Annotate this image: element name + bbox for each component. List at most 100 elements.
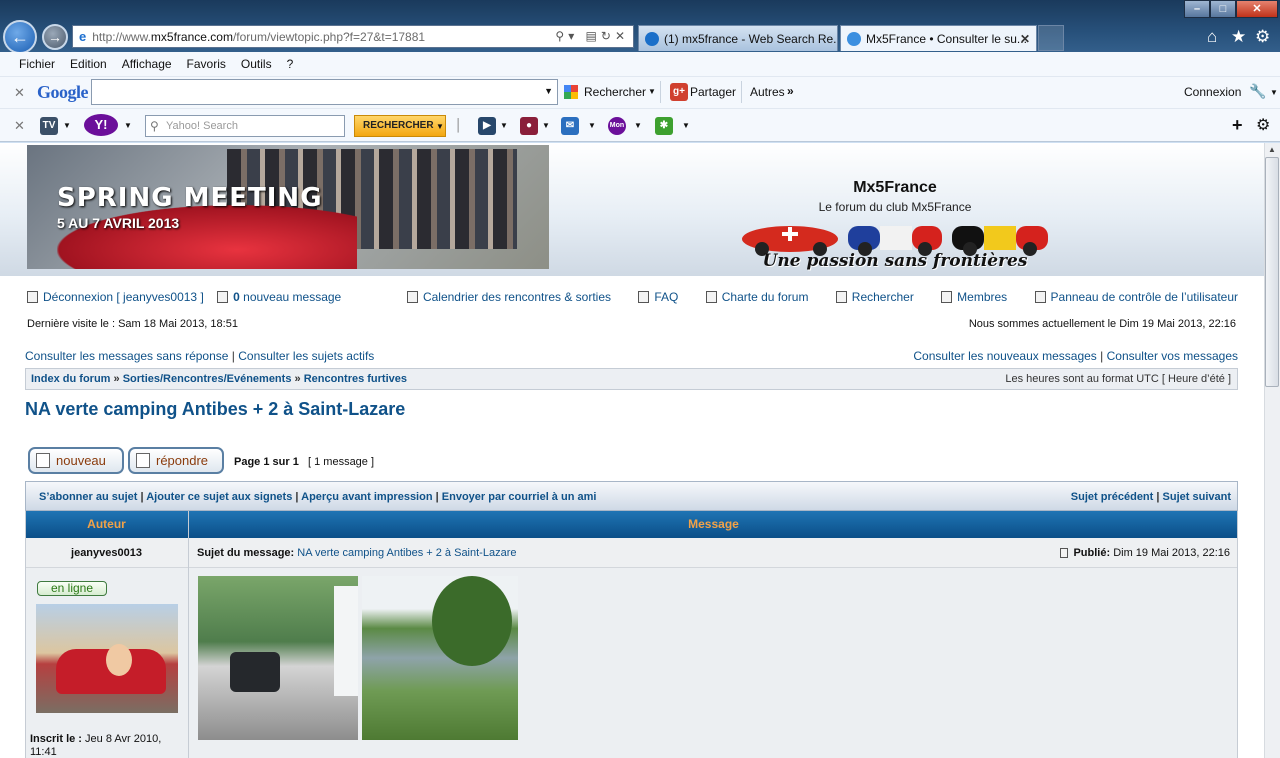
mon-yahoo-icon[interactable]: Mon [608, 117, 626, 135]
next-topic-link[interactable]: Sujet suivant [1163, 491, 1231, 503]
toolbar-separator [660, 81, 661, 103]
download-icon[interactable]: ▶ [478, 117, 496, 135]
post-photo-camping-road[interactable] [198, 576, 358, 740]
new-messages-link[interactable]: 0 nouveau message [233, 290, 341, 304]
google-search-input[interactable]: ▼ [91, 79, 558, 105]
yahoo-search-button[interactable]: RECHERCHER [354, 115, 446, 137]
chevron-down-icon[interactable]: ▼ [124, 121, 132, 130]
post-subject-link[interactable]: NA verte camping Antibes + 2 à Saint-Laz… [297, 547, 516, 559]
breadcrumb-sorties[interactable]: Sorties/Rencontres/Evénements [123, 373, 292, 385]
tv-icon[interactable]: TV [40, 117, 58, 135]
charter-link[interactable]: Charte du forum [722, 290, 809, 304]
wrench-icon[interactable]: 🔧 [1249, 83, 1266, 100]
breadcrumb-rencontres[interactable]: Rencontres furtives [304, 373, 407, 385]
new-posts-link[interactable]: Consulter les nouveaux messages [913, 349, 1096, 363]
chevron-down-icon[interactable]: ▼ [682, 121, 690, 130]
address-bar[interactable]: e http://www. mx5france.com/forum/viewtop… [72, 25, 634, 48]
menu-outils[interactable]: Outils [241, 57, 272, 71]
members-link[interactable]: Membres [957, 290, 1007, 304]
favorites-star-icon[interactable]: ★ [1231, 27, 1246, 47]
print-preview-link[interactable]: Aperçu avant impression [301, 491, 432, 503]
new-message-label: nouveau message [239, 290, 342, 304]
settings-gear-icon[interactable]: ⚙ [1255, 27, 1270, 47]
chevron-down-icon[interactable]: ▼ [544, 86, 553, 96]
chevron-down-icon[interactable]: ▼ [500, 121, 508, 130]
yahoo-logo-icon[interactable]: Y! [84, 114, 118, 136]
logout-link[interactable]: Déconnexion [ jeanyves0013 ] [43, 290, 204, 304]
chevron-down-icon[interactable]: ▼ [63, 121, 71, 130]
search-link[interactable]: Rechercher [852, 290, 914, 304]
menu-help[interactable]: ? [287, 57, 294, 71]
calendar-link[interactable]: Calendrier des rencontres & sorties [423, 290, 611, 304]
chevron-down-icon[interactable]: ▼ [648, 87, 656, 96]
prev-topic-link[interactable]: Sujet précédent [1071, 491, 1154, 503]
new-message-count: 0 [233, 290, 240, 304]
asterisk-icon[interactable]: ✱ [655, 117, 673, 135]
chevron-down-icon[interactable]: ▼ [588, 121, 596, 130]
message-count: [ 1 message ] [308, 456, 375, 468]
reply-button[interactable]: répondre [128, 447, 224, 474]
tab-mx5france[interactable]: Mx5France • Consulter le su... ✕ [840, 25, 1037, 51]
close-toolbar-icon[interactable]: ✕ [14, 118, 25, 134]
close-tab-icon[interactable]: ✕ [1020, 32, 1030, 46]
photo-car [230, 652, 280, 692]
page-info: Page 1 sur 1 [234, 456, 299, 468]
new-topic-button[interactable]: nouveau [28, 447, 124, 474]
topic-title[interactable]: NA verte camping Antibes + 2 à Saint-Laz… [25, 399, 405, 420]
connect-button[interactable]: Connexion [1184, 85, 1241, 99]
current-time: Nous sommes actuellement le Dim 19 Mai 2… [968, 318, 1236, 330]
yahoo-search-input[interactable]: Yahoo! Search [145, 115, 345, 137]
menu-favoris[interactable]: Favoris [187, 57, 226, 71]
menu-affichage[interactable]: Affichage [122, 57, 172, 71]
breadcrumb-forum-index[interactable]: Index du forum [31, 373, 110, 385]
post-icon [1060, 548, 1069, 558]
unanswered-link[interactable]: Consulter les messages sans réponse [25, 349, 228, 363]
post-subject-row: Sujet du message: NA verte camping Antib… [189, 538, 1238, 568]
web-page: SPRING MEETING 5 AU 7 AVRIL 2013 Mx5Fran… [0, 143, 1264, 758]
user-control-panel-link[interactable]: Panneau de contrôle de l’utilisateur [1051, 290, 1238, 304]
maximize-button[interactable]: □ [1210, 0, 1236, 18]
user-avatar[interactable] [36, 604, 178, 713]
new-tab-button[interactable] [1038, 25, 1064, 51]
scrollbar-thumb[interactable] [1265, 157, 1279, 387]
minimize-button[interactable]: – [1184, 0, 1210, 18]
toolbar-grip-icon[interactable]: │ [455, 118, 463, 132]
author-name[interactable]: jeanyves0013 [71, 547, 142, 559]
faq-link[interactable]: FAQ [654, 290, 678, 304]
mail-icon[interactable]: ✉ [561, 117, 579, 135]
google-logo: Google [37, 82, 89, 102]
home-icon[interactable]: ⌂ [1207, 27, 1217, 47]
chevron-down-icon[interactable]: ▼ [436, 122, 444, 131]
subscribe-link[interactable]: S’abonner au sujet [39, 491, 137, 503]
active-topics-link[interactable]: Consulter les sujets actifs [238, 349, 374, 363]
google-search-button[interactable]: Rechercher [584, 85, 646, 99]
ie-page-icon: e [79, 29, 87, 44]
forward-button[interactable]: → [42, 24, 68, 50]
spring-meeting-banner[interactable]: SPRING MEETING 5 AU 7 AVRIL 2013 [27, 145, 549, 269]
photo-mobile-home [334, 586, 358, 696]
your-posts-link[interactable]: Consulter vos messages [1107, 349, 1238, 363]
chevron-down-icon[interactable]: ▼ [634, 121, 642, 130]
post-photo-river[interactable] [362, 576, 518, 740]
photo-tree [432, 576, 512, 666]
add-icon[interactable]: + [1232, 115, 1243, 136]
bookmark-link[interactable]: Ajouter ce sujet aux signets [146, 491, 292, 503]
more-button[interactable]: Autres [750, 85, 785, 99]
online-status-badge: en ligne [37, 581, 107, 596]
address-tools-icons[interactable]: ⚲▾ ▤↻✕ [555, 29, 629, 43]
timezone-info: Les heures sont au format UTC [ Heure d’… [1005, 373, 1231, 385]
tab-label: Mx5France • Consulter le su... [866, 31, 1027, 46]
scroll-up-arrow-icon[interactable]: ▲ [1268, 145, 1276, 154]
chevron-down-icon[interactable]: ▼ [1270, 88, 1278, 97]
menu-fichier[interactable]: Fichier [19, 57, 55, 71]
back-button[interactable]: ← [3, 20, 37, 54]
tab-web-search[interactable]: (1) mx5france - Web Search Re... [638, 25, 838, 51]
gear-icon[interactable]: ⚙ [1256, 115, 1270, 135]
close-window-button[interactable]: ✕ [1236, 0, 1278, 18]
menu-edition[interactable]: Edition [70, 57, 107, 71]
email-friend-link[interactable]: Envoyer par courriel à un ami [442, 491, 597, 503]
chevron-down-icon[interactable]: ▼ [542, 121, 550, 130]
notifications-icon[interactable]: ● [520, 117, 538, 135]
close-toolbar-icon[interactable]: ✕ [14, 85, 25, 101]
share-button[interactable]: Partager [690, 85, 736, 99]
